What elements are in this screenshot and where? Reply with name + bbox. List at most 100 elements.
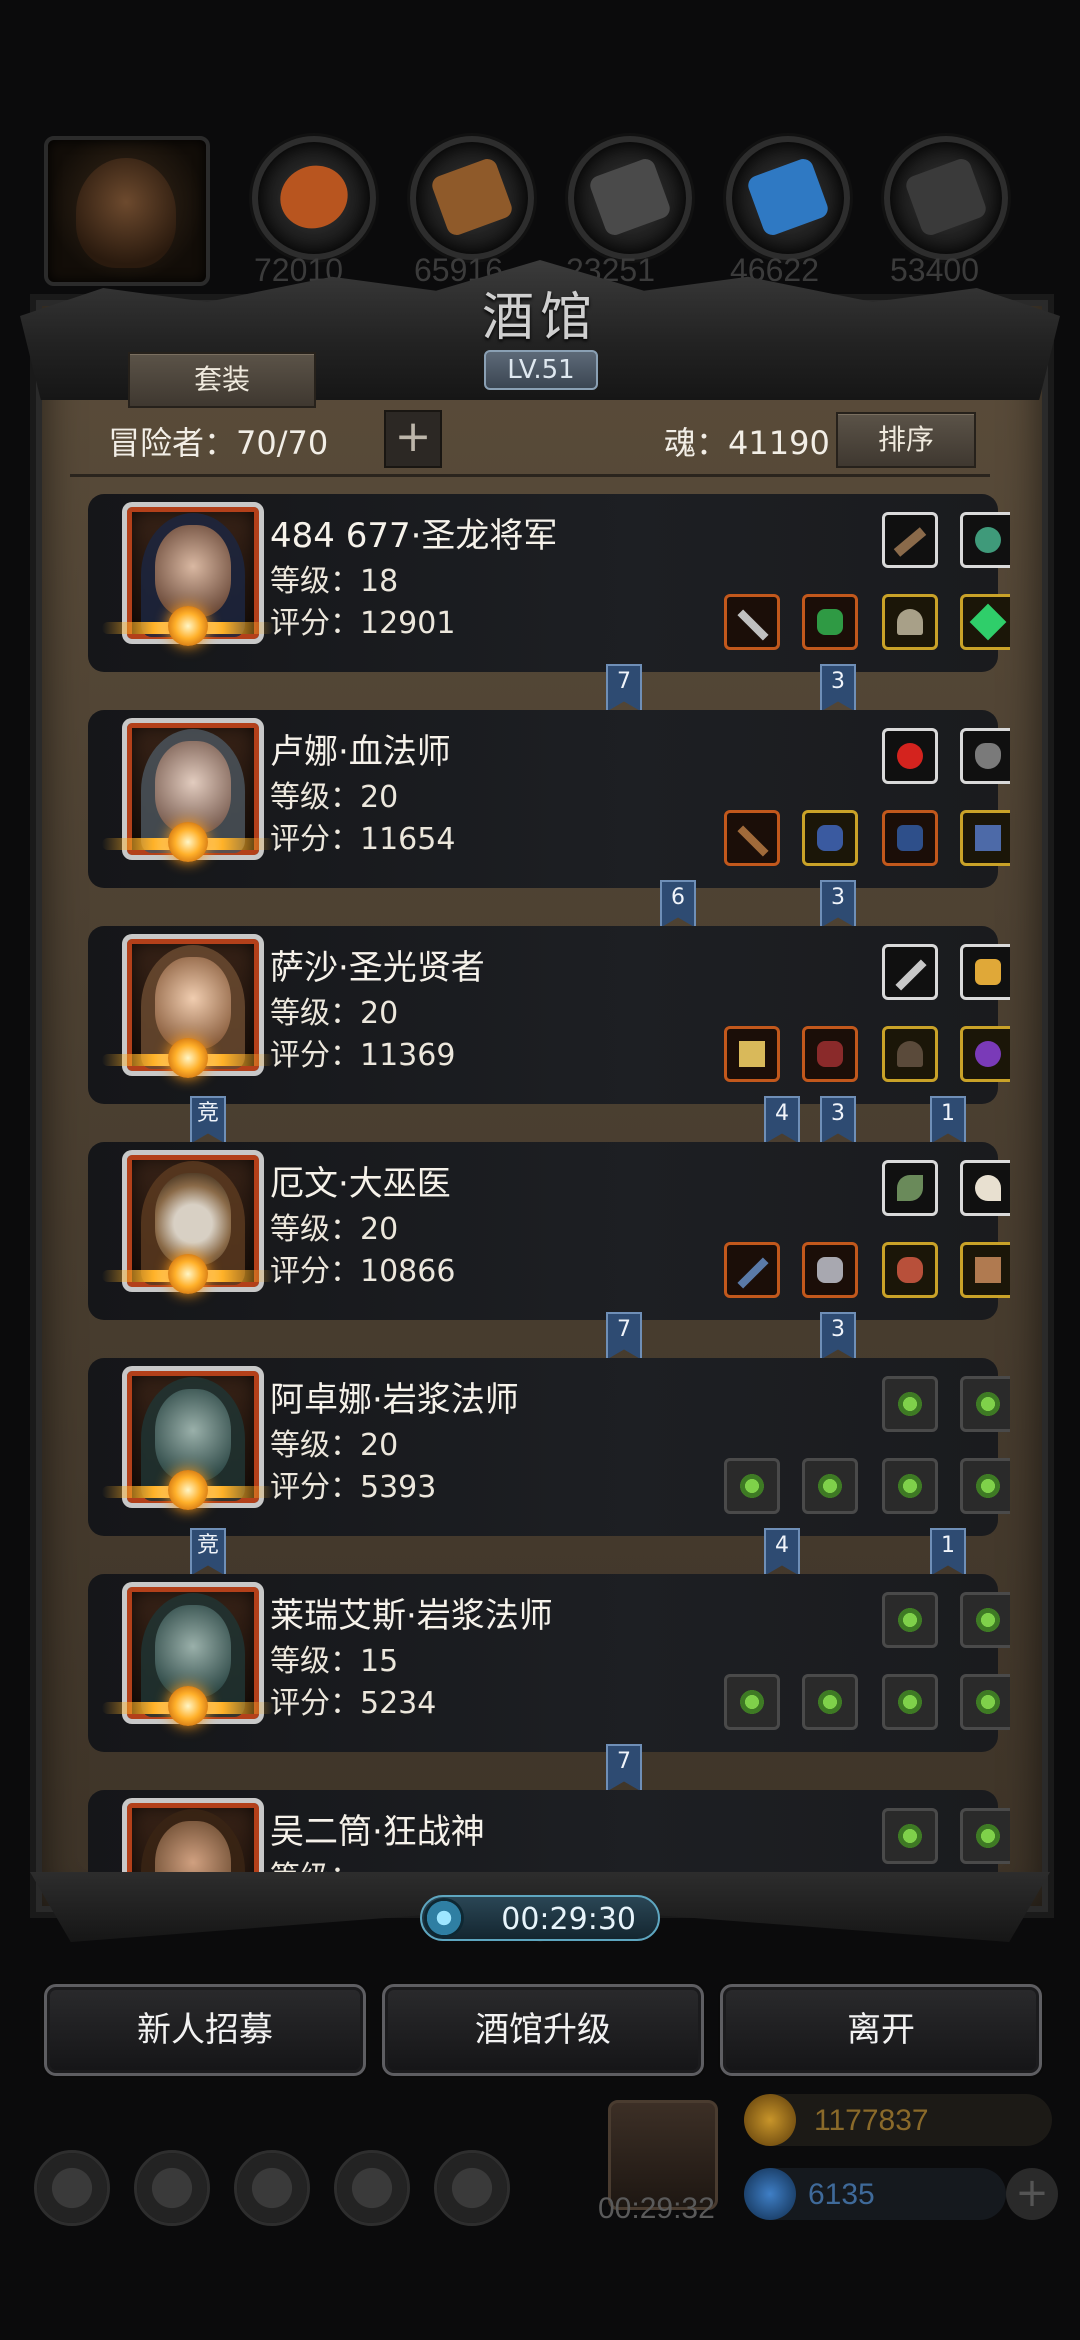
empty-slot-add-icon[interactable] (724, 1458, 780, 1514)
empty-slot-add-icon[interactable] (960, 1674, 1010, 1730)
serpent-trinket-icon[interactable] (960, 512, 1010, 568)
hero-score: 评分：5234 (270, 1686, 437, 1721)
upgrade-tavern-button[interactable]: 酒馆升级 (382, 1984, 704, 2076)
meat-icon[interactable] (882, 1242, 938, 1298)
hero-name: 吴二筒·狂战神 (270, 1812, 485, 1852)
hero-tag-flag: 竞 (190, 1528, 226, 1576)
hero-tag-flag: 6 (660, 880, 696, 928)
gift-timer: 00:29:32 (598, 2192, 715, 2225)
empty-slot-add-icon[interactable] (882, 1592, 938, 1648)
hero-card[interactable]: 阿卓娜·岩浆法师 等级：20 评分：5393 (88, 1358, 1010, 1536)
hero-menu-icon[interactable] (134, 2150, 210, 2226)
hero-score: 评分：12901 (270, 606, 456, 641)
food-resource-icon (252, 136, 376, 260)
guild-icon[interactable] (434, 2150, 510, 2226)
empty-slot-add-icon[interactable] (882, 1458, 938, 1514)
hero-tag-flag: 4 (764, 1528, 800, 1576)
clock-icon (424, 1898, 464, 1938)
divider (70, 474, 990, 477)
empty-slot-add-icon[interactable] (882, 1376, 938, 1432)
gauntlet-icon[interactable] (882, 810, 938, 866)
hero-tag-flag: 3 (820, 880, 856, 928)
empty-slot-add-icon[interactable] (802, 1674, 858, 1730)
hammer-icon[interactable] (724, 1026, 780, 1082)
hero-level: 等级：15 (270, 1644, 399, 1679)
gem-icon (744, 2168, 796, 2220)
hero-tag-flag: 竞 (190, 1096, 226, 1144)
hero-list[interactable]: 484 677·圣龙将军 等级：18 评分：12901 7 3 卢娜·血法师 等… (60, 484, 1010, 1874)
sort-button[interactable]: 排序 (836, 412, 976, 468)
dark-helm-icon[interactable] (882, 1026, 938, 1082)
bag-icon[interactable] (234, 2150, 310, 2226)
hero-name: 卢娜·血法师 (270, 732, 451, 772)
hero-name: 484 677·圣龙将军 (270, 516, 558, 556)
recruit-button[interactable]: 新人招募 (44, 1984, 366, 2076)
hero-level: 等级：20 (270, 780, 399, 815)
boots-icon[interactable] (960, 1242, 1010, 1298)
stone-resource-icon (884, 136, 1008, 260)
helmet-icon[interactable] (882, 594, 938, 650)
dagger-icon[interactable] (882, 944, 938, 1000)
empty-slot-add-icon[interactable] (960, 1808, 1010, 1864)
lantern-icon[interactable] (960, 944, 1010, 1000)
hero-tag-flag: 1 (930, 1528, 966, 1576)
soul-count: 魂：41190 (664, 424, 830, 462)
rank-emblem-icon (168, 822, 208, 862)
fang-icon[interactable] (960, 1160, 1010, 1216)
blue-armor-icon[interactable] (802, 810, 858, 866)
leaf-icon[interactable] (882, 1160, 938, 1216)
set-button[interactable]: 套装 (128, 352, 316, 408)
hero-score: 评分：11654 (270, 822, 456, 857)
crossbow-icon[interactable] (882, 512, 938, 568)
chestplate-icon[interactable] (802, 1242, 858, 1298)
mail-icon[interactable] (334, 2150, 410, 2226)
hero-card[interactable]: 莱瑞艾斯·岩浆法师 等级：15 评分：5234 (88, 1574, 1010, 1752)
player-avatar[interactable] (44, 136, 210, 286)
gold-amount: 1177837 (814, 2104, 929, 2137)
ruby-gem-icon[interactable] (882, 728, 938, 784)
hero-card[interactable]: 厄文·大巫医 等级：20 评分：10866 (88, 1142, 1010, 1320)
empty-slot-add-icon[interactable] (960, 1376, 1010, 1432)
hero-score: 评分：11369 (270, 1038, 456, 1073)
empty-slot-add-icon[interactable] (882, 1808, 938, 1864)
empty-slot-add-icon[interactable] (882, 1674, 938, 1730)
hero-card[interactable]: 卢娜·血法师 等级：20 评分：11654 (88, 710, 1010, 888)
add-adventurer-slot-button[interactable]: + (384, 410, 442, 468)
emerald-ring-icon[interactable] (960, 594, 1010, 650)
sword-icon[interactable] (724, 594, 780, 650)
tavern-level-badge: LV.51 (484, 350, 598, 390)
stone-amount: 53400 (890, 252, 979, 288)
hero-score: 评分：5393 (270, 1470, 437, 1505)
rank-emblem-icon (168, 1470, 208, 1510)
green-armor-icon[interactable] (802, 594, 858, 650)
hero-tag-flag: 1 (930, 1096, 966, 1144)
hero-portrait (122, 1798, 264, 1874)
hero-tag-flag: 7 (606, 664, 642, 712)
iron-resource-icon (568, 136, 692, 260)
purple-ring-icon[interactable] (960, 1026, 1010, 1082)
rank-emblem-icon (168, 606, 208, 646)
adventurer-count: 冒险者：70/70 (108, 424, 329, 462)
hero-card[interactable]: 484 677·圣龙将军 等级：18 评分：12901 (88, 494, 1010, 672)
hero-name: 厄文·大巫医 (270, 1164, 451, 1204)
hero-tag-flag: 3 (820, 1096, 856, 1144)
hero-card[interactable]: 萨沙·圣光贤者 等级：20 评分：11369 (88, 926, 1010, 1104)
syringe-icon[interactable] (724, 1242, 780, 1298)
empty-slot-add-icon[interactable] (960, 1458, 1010, 1514)
wood-resource-icon (410, 136, 534, 260)
hero-tag-flag: 4 (764, 1096, 800, 1144)
leave-button[interactable]: 离开 (720, 1984, 1042, 2076)
hero-name: 莱瑞艾斯·岩浆法师 (270, 1596, 553, 1636)
hero-tag-flag: 3 (820, 664, 856, 712)
red-robe-icon[interactable] (802, 1026, 858, 1082)
mask-icon[interactable] (960, 728, 1010, 784)
hero-level: 等级：20 (270, 996, 399, 1031)
empty-slot-add-icon[interactable] (724, 1674, 780, 1730)
cross-pendant-icon[interactable] (960, 810, 1010, 866)
staff-icon[interactable] (724, 810, 780, 866)
empty-slot-add-icon[interactable] (960, 1592, 1010, 1648)
hero-card[interactable]: 吴二筒·狂战神 等级： (88, 1790, 1010, 1874)
settings-icon[interactable] (34, 2150, 110, 2226)
add-gems-button[interactable]: + (1006, 2168, 1058, 2220)
empty-slot-add-icon[interactable] (802, 1458, 858, 1514)
